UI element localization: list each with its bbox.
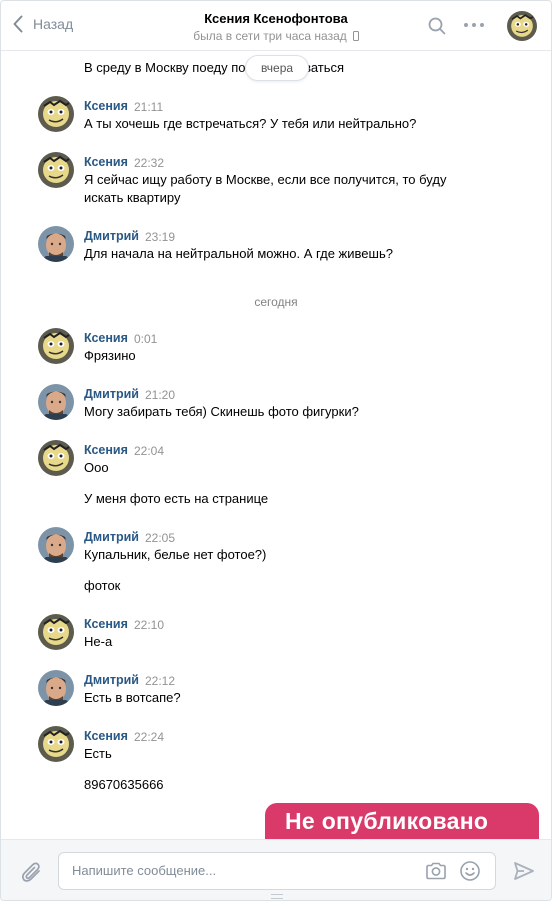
message-text: Для начала на нейтральной можно. А где ж… bbox=[84, 246, 393, 261]
message-composer bbox=[1, 839, 551, 900]
message-text: А ты хочешь где встречаться? У тебя или … bbox=[84, 116, 417, 131]
more-icon[interactable] bbox=[464, 23, 484, 27]
avatar[interactable] bbox=[38, 440, 74, 476]
message-input-box[interactable] bbox=[58, 852, 496, 890]
message-author[interactable]: Ксения bbox=[84, 155, 128, 169]
message-text: Ооо bbox=[84, 460, 109, 475]
resize-handle[interactable] bbox=[271, 894, 283, 899]
message-time[interactable]: 22:32 bbox=[134, 156, 164, 170]
message-text: фоток bbox=[84, 578, 121, 593]
message-time[interactable]: 22:10 bbox=[134, 618, 164, 632]
message-text: Есть bbox=[84, 746, 112, 761]
peer-avatar[interactable] bbox=[507, 11, 537, 41]
date-separator: сегодня bbox=[254, 295, 298, 309]
message-text: Я сейчас ищу работу в Москве, если все п… bbox=[84, 172, 447, 205]
avatar[interactable] bbox=[38, 96, 74, 132]
message-time[interactable]: 22:12 bbox=[145, 674, 175, 688]
send-icon[interactable] bbox=[513, 860, 535, 887]
avatar[interactable] bbox=[38, 614, 74, 650]
message-time[interactable]: 21:20 bbox=[145, 388, 175, 402]
avatar[interactable] bbox=[38, 384, 74, 420]
message-text: Не-а bbox=[84, 634, 113, 649]
camera-icon[interactable] bbox=[425, 861, 447, 886]
message-author[interactable]: Дмитрий bbox=[84, 530, 139, 544]
message-author[interactable]: Дмитрий bbox=[84, 387, 139, 401]
message-time[interactable]: 0:01 bbox=[134, 332, 157, 346]
paperclip-icon[interactable] bbox=[21, 860, 43, 889]
message-author[interactable]: Ксения bbox=[84, 443, 128, 457]
message-text: Есть в вотсапе? bbox=[84, 690, 181, 705]
message-author[interactable]: Ксения bbox=[84, 331, 128, 345]
message-text: Могу забирать тебя) Скинешь фото фигурки… bbox=[84, 404, 359, 419]
message-time[interactable]: 22:04 bbox=[134, 444, 164, 458]
message-input[interactable] bbox=[72, 863, 412, 878]
avatar[interactable] bbox=[38, 527, 74, 563]
message-author[interactable]: Ксения bbox=[84, 729, 128, 743]
message-time[interactable]: 21:11 bbox=[134, 100, 163, 114]
mobile-icon bbox=[352, 31, 359, 41]
message-text: 89670635666 bbox=[84, 777, 164, 792]
message-time[interactable]: 23:19 bbox=[145, 230, 175, 244]
unpublished-banner: Не опубликовано bbox=[265, 803, 539, 839]
message-author[interactable]: Дмитрий bbox=[84, 673, 139, 687]
message-time[interactable]: 22:05 bbox=[145, 531, 175, 545]
message-author[interactable]: Ксения bbox=[84, 617, 128, 631]
avatar[interactable] bbox=[38, 328, 74, 364]
search-icon[interactable] bbox=[428, 17, 446, 40]
message-text: Купальник, белье нет фотое?) bbox=[84, 547, 267, 562]
chat-window: Назад Ксения Ксенофонтова была в сети тр… bbox=[0, 0, 552, 901]
peer-info[interactable]: Ксения Ксенофонтова была в сети три часа… bbox=[1, 10, 551, 45]
message-time[interactable]: 22:24 bbox=[134, 730, 164, 744]
peer-status-text: была в сети три часа назад bbox=[193, 29, 347, 43]
message-text: У меня фото есть на странице bbox=[84, 491, 269, 506]
chat-header: Назад Ксения Ксенофонтова была в сети тр… bbox=[1, 1, 551, 51]
message-author[interactable]: Ксения bbox=[84, 99, 128, 113]
floating-date-pill: вчера bbox=[245, 55, 309, 81]
avatar[interactable] bbox=[38, 670, 74, 706]
peer-status: была в сети три часа назад bbox=[1, 28, 551, 45]
avatar[interactable] bbox=[38, 152, 74, 188]
emoji-icon[interactable] bbox=[459, 860, 481, 887]
message-text: Фрязино bbox=[84, 348, 136, 363]
message-author[interactable]: Дмитрий bbox=[84, 229, 139, 243]
avatar[interactable] bbox=[38, 226, 74, 262]
avatar[interactable] bbox=[38, 726, 74, 762]
